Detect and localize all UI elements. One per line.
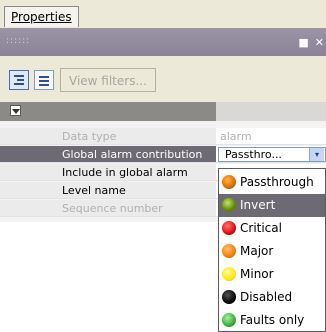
black-circle-icon <box>222 290 236 304</box>
select-value: Passthro... <box>225 148 282 161</box>
property-row-data-type[interactable]: Data type alarm <box>0 128 326 145</box>
alarm-contribution-dropdown-list[interactable]: Passthrough Invert Critical Major Minor … <box>218 168 326 332</box>
orange-green-circle-icon <box>222 175 236 189</box>
dropdown-option-faults-only[interactable]: Faults only <box>219 309 325 332</box>
chevron-down-icon[interactable]: ▾ <box>309 148 324 161</box>
dropdown-option-disabled[interactable]: Disabled <box>219 286 325 309</box>
dropdown-option-passthrough[interactable]: Passthrough <box>219 171 325 194</box>
dropdown-option-critical[interactable]: Critical <box>219 217 325 240</box>
drag-grip-icon[interactable]: :::::: <box>6 36 30 46</box>
property-value: alarm <box>216 128 326 145</box>
property-name: Include in global alarm <box>0 164 216 181</box>
property-row-global-alarm-contribution[interactable]: Global alarm contribution Passthro... ▾ <box>0 146 326 163</box>
dropdown-option-major[interactable]: Major <box>219 240 325 263</box>
view-filters-button[interactable]: View filters... <box>60 68 156 92</box>
option-label: Passthrough <box>240 175 314 189</box>
option-label: Disabled <box>240 290 293 304</box>
orange-circle-icon <box>222 244 236 258</box>
alphabetical-view-button[interactable] <box>34 70 54 90</box>
restore-icon[interactable]: ■ <box>298 36 308 49</box>
property-name: Level name <box>0 182 216 199</box>
option-label: Invert <box>240 198 276 212</box>
categorized-view-button[interactable] <box>9 70 29 90</box>
option-label: Faults only <box>240 313 305 327</box>
window-buttons: ■ ✕ <box>292 36 324 49</box>
option-label: Critical <box>240 221 282 235</box>
tab-strip: Properties <box>0 0 326 28</box>
option-label: Major <box>240 244 274 258</box>
collapse-group-icon[interactable] <box>10 105 21 116</box>
toolbar: View filters... <box>0 56 326 102</box>
green-circle-icon <box>222 313 236 327</box>
property-name: Sequence number <box>0 200 216 217</box>
panel-title-bar: :::::: ■ ✕ <box>0 28 326 56</box>
value-column-header <box>216 102 326 121</box>
property-name: Global alarm contribution <box>0 146 216 163</box>
yellow-circle-icon <box>222 267 236 281</box>
tab-properties[interactable]: Properties <box>4 6 79 27</box>
olive-circle-icon <box>222 198 236 212</box>
close-icon[interactable]: ✕ <box>315 36 324 49</box>
property-group-header <box>0 102 326 121</box>
dropdown-option-minor[interactable]: Minor <box>219 263 325 286</box>
red-circle-icon <box>222 221 236 235</box>
option-label: Minor <box>240 267 274 281</box>
dropdown-option-invert[interactable]: Invert <box>219 194 325 217</box>
property-name: Data type <box>0 128 216 145</box>
global-alarm-contribution-select[interactable]: Passthro... ▾ <box>218 147 326 162</box>
